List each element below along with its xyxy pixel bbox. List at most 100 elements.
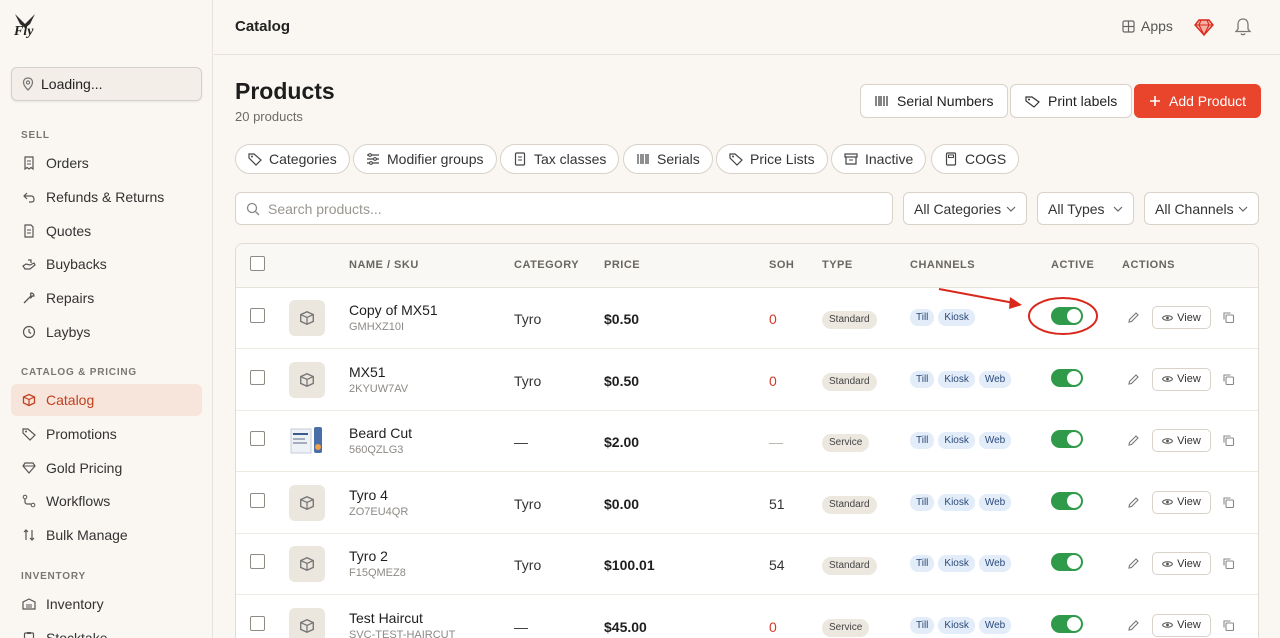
sidebar-item-catalog[interactable]: Catalog <box>11 384 202 416</box>
view-button[interactable]: View <box>1152 552 1211 575</box>
active-toggle[interactable] <box>1051 368 1083 387</box>
chip-price-lists[interactable]: Price Lists <box>716 144 828 174</box>
edit-icon[interactable] <box>1127 619 1140 637</box>
chip-tax-classes[interactable]: Tax classes <box>500 144 620 174</box>
search-input[interactable] <box>268 200 868 217</box>
table-row[interactable]: Tyro 4 ZO7EU4QR Tyro $0.00 51 Standard Till Kio… <box>236 473 1258 534</box>
location-label: Loading... <box>41 76 103 92</box>
chip-cogs[interactable]: COGS <box>931 144 1020 174</box>
table-row[interactable]: Beard Cut 560QZLG3 — $2.00 — Service Till Kiosk… <box>236 411 1258 472</box>
sidebar-item-gold-pricing[interactable]: Gold Pricing <box>11 452 202 484</box>
sidebar-item-bulk-manage[interactable]: Bulk Manage <box>11 519 202 551</box>
product-sku: GMHXZ10I <box>349 321 405 333</box>
duplicate-icon[interactable] <box>1222 373 1235 391</box>
calculator-icon <box>945 152 957 166</box>
category-filter[interactable]: All Categories <box>903 192 1027 225</box>
table-row[interactable]: Copy of MX51 GMHXZ10I Tyro $0.50 0 Standard Ti… <box>236 288 1258 349</box>
active-toggle[interactable] <box>1051 430 1083 448</box>
duplicate-icon[interactable] <box>1222 619 1235 637</box>
duplicate-icon[interactable] <box>1222 496 1235 514</box>
product-soh: 0 <box>769 372 777 389</box>
product-thumbnail <box>289 361 325 398</box>
sidebar-item-quotes[interactable]: Quotes <box>11 215 202 247</box>
product-type-badge: Standard <box>822 495 877 514</box>
serial-numbers-button[interactable]: Serial Numbers <box>860 84 1009 118</box>
location-selector[interactable]: Loading... <box>11 67 202 101</box>
table-row[interactable]: Test Haircut SVC-TEST-HAIRCUT — $45.00 0 Serv… <box>236 596 1258 638</box>
sidebar-item-workflows[interactable]: Workflows <box>11 485 202 517</box>
view-button[interactable]: View <box>1152 367 1211 391</box>
product-soh: — <box>769 434 783 450</box>
product-name[interactable]: Beard Cut <box>349 425 412 441</box>
duplicate-icon[interactable] <box>1222 311 1235 329</box>
bell-icon[interactable] <box>1234 17 1252 37</box>
barcode-icon <box>637 154 649 164</box>
channel-filter[interactable]: All Channels <box>1144 192 1259 225</box>
channel-badge: Till <box>910 493 935 511</box>
sidebar-item-laybys[interactable]: Laybys <box>11 316 202 348</box>
select-all-checkbox[interactable] <box>250 256 265 271</box>
product-thumbnail <box>289 484 325 521</box>
channel-list: Till Kiosk Web <box>910 555 1012 572</box>
chip-categories[interactable]: Categories <box>235 144 350 174</box>
active-toggle[interactable] <box>1051 553 1083 571</box>
sidebar-item-orders[interactable]: Orders <box>11 147 202 179</box>
table-row[interactable]: MX51 2KYUW7AV Tyro $0.50 0 Standard Till Kiosk W… <box>236 350 1258 411</box>
row-checkbox[interactable] <box>250 308 265 323</box>
product-sku: F15QMEZ8 <box>349 567 406 579</box>
chip-modifier-groups[interactable]: Modifier groups <box>353 144 497 174</box>
add-product-button[interactable]: Add Product <box>1134 84 1262 118</box>
channel-badge: Web <box>978 432 1012 449</box>
channel-list: Till Kiosk Web <box>910 616 1012 634</box>
sidebar-item-inventory[interactable]: Inventory <box>11 588 202 620</box>
duplicate-icon[interactable] <box>1222 434 1235 452</box>
edit-icon[interactable] <box>1127 496 1140 514</box>
product-name[interactable]: Test Haircut <box>349 610 423 626</box>
sidebar-item-promotions[interactable]: Promotions <box>11 418 202 450</box>
apps-button[interactable]: Apps <box>1122 18 1173 34</box>
gem-icon[interactable] <box>1194 17 1214 37</box>
view-button[interactable]: View <box>1152 490 1211 514</box>
table-row[interactable]: Tyro 2 F15QMEZ8 Tyro $100.01 54 Standard Till K… <box>236 534 1258 595</box>
product-name[interactable]: Copy of MX51 <box>349 302 438 318</box>
chip-serials[interactable]: Serials <box>623 144 713 174</box>
product-name[interactable]: Tyro 2 <box>349 548 388 564</box>
th-type: TYPE <box>822 259 853 271</box>
sidebar-item-refunds-returns[interactable]: Refunds & Returns <box>11 181 202 213</box>
type-filter[interactable]: All Types <box>1037 192 1134 225</box>
view-button[interactable]: View <box>1152 306 1211 329</box>
row-checkbox[interactable] <box>250 492 265 508</box>
th-channels: CHANNELS <box>910 259 976 271</box>
edit-icon[interactable] <box>1127 557 1140 575</box>
product-name[interactable]: Tyro 4 <box>349 487 388 503</box>
row-checkbox[interactable] <box>250 615 265 631</box>
sidebar-item-repairs[interactable]: Repairs <box>11 282 202 314</box>
channel-badge: Web <box>978 493 1012 511</box>
view-button[interactable]: View <box>1152 613 1211 637</box>
edit-icon[interactable] <box>1127 434 1140 452</box>
receipt-icon <box>24 156 34 170</box>
sidebar-item-buybacks[interactable]: Buybacks <box>11 248 202 280</box>
edit-icon[interactable] <box>1127 311 1140 329</box>
active-toggle[interactable] <box>1051 491 1083 510</box>
channel-badge: Till <box>910 616 935 634</box>
view-button[interactable]: View <box>1152 429 1211 452</box>
chip-inactive[interactable]: Inactive <box>831 144 927 174</box>
sidebar-item-stocktake[interactable]: Stocktake <box>11 622 202 638</box>
edit-icon[interactable] <box>1127 373 1140 391</box>
active-toggle[interactable] <box>1051 614 1083 633</box>
row-checkbox[interactable] <box>250 431 265 446</box>
product-box-icon <box>300 495 314 510</box>
print-labels-button[interactable]: Print labels <box>1010 84 1133 118</box>
channel-badge: Kiosk <box>938 616 975 634</box>
product-thumbnail <box>289 423 325 459</box>
active-toggle[interactable] <box>1051 307 1083 325</box>
duplicate-icon[interactable] <box>1222 557 1235 575</box>
channel-list: Till Kiosk Web <box>910 493 1012 511</box>
view-label: View <box>1177 373 1201 385</box>
view-label: View <box>1177 311 1201 324</box>
row-checkbox[interactable] <box>250 369 265 385</box>
row-checkbox[interactable] <box>250 554 265 569</box>
product-name[interactable]: MX51 <box>349 364 386 380</box>
search-box[interactable] <box>235 192 893 225</box>
